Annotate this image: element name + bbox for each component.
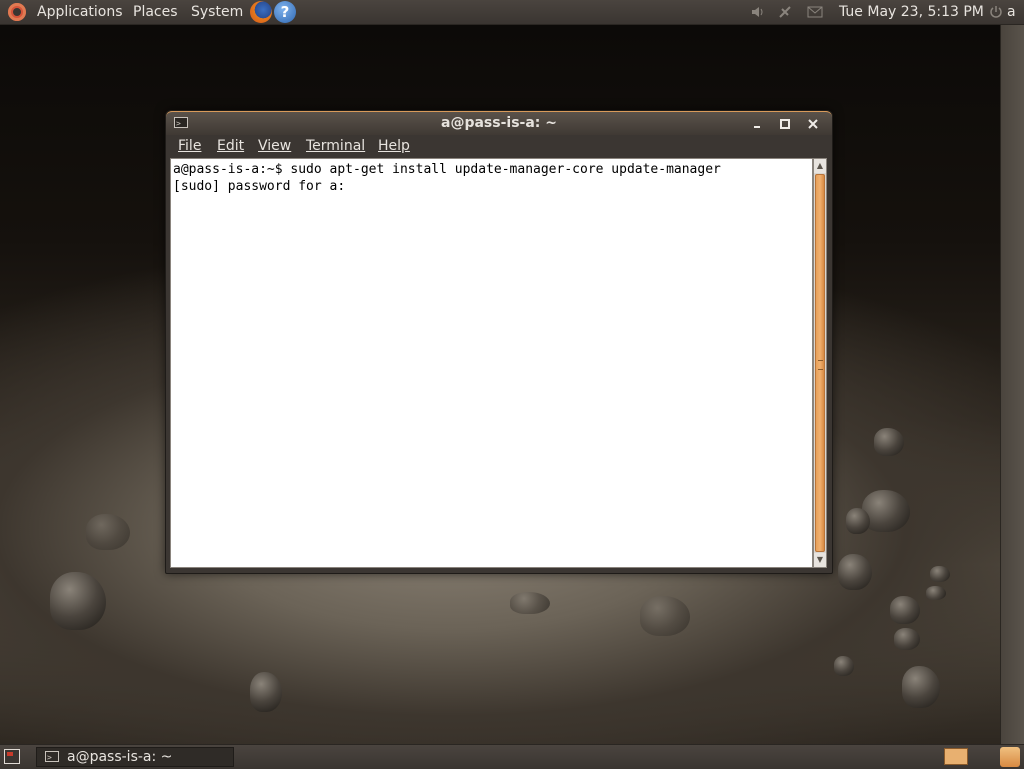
rock-decoration [874,428,904,456]
rock-decoration [894,628,920,650]
window-titlebar[interactable]: >_ a@pass-is-a: ~ [166,111,832,136]
firefox-icon[interactable] [250,1,272,23]
scroll-down-icon[interactable]: ▼ [814,553,826,567]
rock-decoration [890,596,920,624]
clock[interactable]: Tue May 23, 5:13 PM [839,0,984,24]
taskbar-terminal-button[interactable]: >_ a@pass-is-a: ~ [36,747,234,767]
terminal-line: a@pass-is-a:~$ sudo apt-get install upda… [173,162,721,177]
places-menu[interactable]: Places [133,0,178,24]
bottom-panel: >_ a@pass-is-a: ~ [0,744,1024,769]
rock-decoration [926,586,946,600]
system-menu[interactable]: System [191,0,243,24]
menu-view[interactable]: View [258,137,291,155]
terminal-output[interactable]: a@pass-is-a:~$ sudo apt-get install upda… [170,158,813,568]
applications-menu[interactable]: Applications [37,0,123,24]
terminal-scrollbar[interactable]: ▲ ▼ [813,158,827,568]
trash-icon[interactable] [1000,747,1020,767]
rock-decoration [834,656,854,676]
terminal-line: [sudo] password for a: [173,179,354,194]
menu-help-label: Help [378,138,410,154]
rock-decoration [846,508,870,534]
menu-terminal-label: Terminal [306,138,366,154]
menu-file[interactable]: File [178,137,201,155]
top-panel: Applications Places System ? Tue May 23,… [0,0,1024,25]
window-title: a@pass-is-a: ~ [441,115,557,131]
scroll-grip-icon [818,360,823,370]
menu-help[interactable]: Help [378,137,410,155]
rock-decoration [902,666,940,708]
scrollbar-thumb[interactable] [815,174,825,552]
rock-decoration [640,596,690,636]
menubar: File Edit View Terminal Help [166,135,832,157]
rock-decoration [250,672,282,712]
taskbar-label: a@pass-is-a: ~ [67,749,173,765]
help-icon[interactable]: ? [274,1,296,23]
desktop-edge [1000,24,1024,745]
rock-decoration [510,592,550,614]
mail-icon[interactable] [807,4,823,20]
menu-edit[interactable]: Edit [217,137,244,155]
rock-decoration [930,566,950,582]
terminal-window: >_ a@pass-is-a: ~ File Edit View Termina… [165,110,833,574]
show-desktop-icon[interactable] [4,749,20,764]
rock-decoration [50,572,106,630]
ubuntu-logo-icon[interactable] [8,3,26,21]
minimize-icon[interactable] [748,115,766,133]
close-icon[interactable] [804,115,822,133]
rock-decoration [86,514,130,550]
menu-view-label: View [258,138,292,154]
terminal-icon: >_ [45,751,59,762]
rock-decoration [838,554,872,590]
menu-edit-label: Edit [217,138,245,154]
workspace-switcher[interactable] [944,748,968,765]
menu-file-label: File [178,138,202,154]
user-name[interactable]: a [1007,0,1016,24]
scroll-up-icon[interactable]: ▲ [814,159,826,173]
menu-terminal[interactable]: Terminal [306,137,365,155]
power-icon[interactable] [988,4,1004,20]
maximize-icon[interactable] [776,115,794,133]
volume-icon[interactable] [750,4,766,20]
network-icon[interactable] [777,4,793,20]
